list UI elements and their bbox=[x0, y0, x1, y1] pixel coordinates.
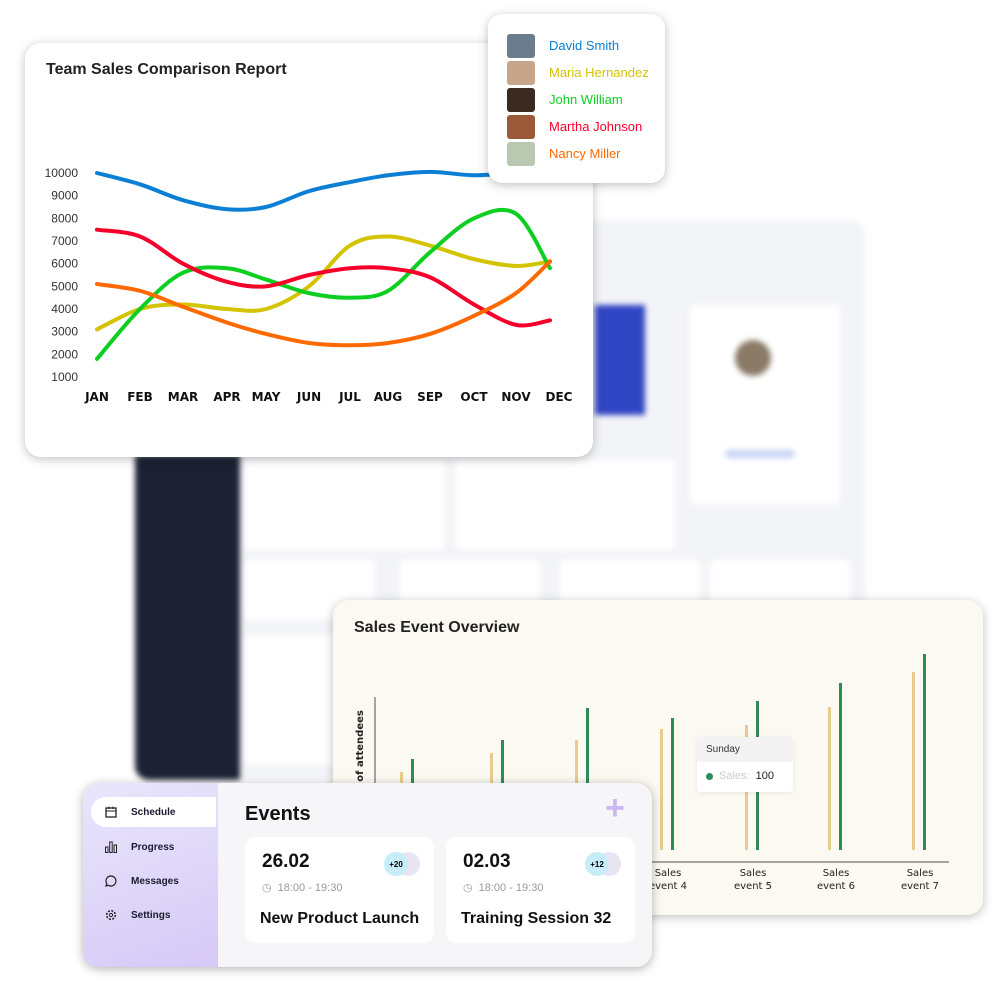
nav-messages[interactable]: Messages bbox=[91, 866, 216, 896]
x-tick-label: Sales bbox=[740, 868, 767, 879]
avatar bbox=[507, 114, 535, 139]
nav-label: Settings bbox=[131, 909, 171, 921]
event-time: 18:00 - 19:30 bbox=[277, 881, 343, 894]
x-tick-label: JUN bbox=[296, 390, 321, 404]
x-tick-label: Sales bbox=[823, 868, 850, 879]
legend-label: Maria Hernandez bbox=[549, 65, 649, 80]
x-tick-label: JUL bbox=[338, 390, 361, 404]
x-tick-label: event 4 bbox=[649, 881, 687, 892]
x-tick-label: MAR bbox=[168, 390, 198, 404]
bar bbox=[660, 729, 663, 850]
x-tick-label: event 7 bbox=[901, 881, 939, 892]
legend-label: Martha Johnson bbox=[549, 119, 643, 134]
legend-label: David Smith bbox=[549, 38, 620, 53]
x-tick-label: AUG bbox=[374, 390, 403, 404]
event-name: Training Session 32 bbox=[461, 910, 612, 927]
series-line bbox=[95, 169, 552, 212]
x-tick-label: event 6 bbox=[817, 881, 855, 892]
dashboard-blue-panel bbox=[595, 305, 645, 415]
x-tick-label: event 5 bbox=[734, 881, 772, 892]
legend-item[interactable]: Nancy Miller bbox=[507, 140, 665, 167]
dashboard-card bbox=[245, 460, 445, 550]
x-tick-label: Sales bbox=[655, 868, 682, 879]
avatar bbox=[507, 33, 535, 58]
chart-legend: David Smith Maria Hernandez John William Ma… bbox=[488, 14, 665, 183]
x-tick-label: DEC bbox=[546, 390, 573, 404]
gear-icon bbox=[105, 909, 117, 921]
nav-label: Schedule bbox=[131, 806, 176, 818]
x-tick-label: FEB bbox=[127, 390, 153, 404]
y-tick-label: 3000 bbox=[51, 325, 78, 339]
x-tick-label: SEP bbox=[417, 390, 443, 404]
x-tick-label: Sales bbox=[907, 868, 934, 879]
event-time: 18:00 - 19:30 bbox=[478, 881, 544, 894]
x-tick-label: JAN bbox=[84, 390, 109, 404]
chat-icon bbox=[105, 875, 117, 887]
y-tick-label: 9000 bbox=[51, 189, 78, 203]
legend-item[interactable]: Martha Johnson bbox=[507, 113, 665, 140]
y-tick-label: 1000 bbox=[51, 370, 78, 384]
legend-label: Nancy Miller bbox=[549, 146, 621, 161]
clock-icon: ◷ bbox=[262, 882, 272, 894]
nav-label: Progress bbox=[131, 841, 175, 853]
y-tick-label: 8000 bbox=[51, 211, 78, 225]
bar-chart-icon bbox=[105, 841, 117, 853]
series-dot-icon bbox=[706, 772, 713, 780]
clock-icon: ◷ bbox=[463, 882, 473, 894]
events-sidebar: Schedule Progress Messages Settings bbox=[83, 783, 218, 967]
tooltip-value: 100 bbox=[755, 770, 774, 782]
event-name: New Product Launch bbox=[260, 910, 420, 927]
avatar bbox=[507, 141, 535, 166]
dashboard-sidebar bbox=[135, 455, 240, 780]
attendee-count-badge: +20 bbox=[384, 852, 408, 876]
y-tick-label: 2000 bbox=[51, 347, 78, 361]
events-title: Events bbox=[245, 803, 311, 825]
dashboard-card bbox=[455, 460, 675, 550]
y-tick-label: 4000 bbox=[51, 302, 78, 316]
add-event-button[interactable]: + bbox=[605, 789, 625, 828]
avatar bbox=[507, 87, 535, 112]
chart-tooltip: Sunday Sales: 100 bbox=[697, 737, 793, 792]
profile-button bbox=[725, 450, 795, 458]
dashboard-profile-card bbox=[690, 305, 840, 505]
y-tick-label: 5000 bbox=[51, 279, 78, 293]
event-card[interactable]: 02.03 +12 ◷ 18:00 - 19:30 Training Sessio… bbox=[446, 837, 635, 943]
bar bbox=[671, 718, 674, 850]
bar bbox=[839, 683, 842, 850]
calendar-icon bbox=[105, 806, 117, 818]
y-tick-label: 6000 bbox=[51, 257, 78, 271]
nav-label: Messages bbox=[131, 875, 179, 887]
y-tick-label: 7000 bbox=[51, 234, 78, 248]
legend-item[interactable]: David Smith bbox=[507, 32, 665, 59]
attendee-count-badge: +12 bbox=[585, 852, 609, 876]
events-panel: Schedule Progress Messages Settings Even… bbox=[83, 783, 652, 967]
series-line bbox=[95, 207, 552, 361]
nav-progress[interactable]: Progress bbox=[91, 832, 216, 862]
legend-label: John William bbox=[549, 92, 623, 107]
tooltip-label: Sales: bbox=[719, 770, 750, 782]
event-card[interactable]: 26.02 +20 ◷ 18:00 - 19:30 New Product Lau… bbox=[245, 837, 434, 943]
legend-item[interactable]: Maria Hernandez bbox=[507, 59, 665, 86]
nav-schedule[interactable]: Schedule bbox=[91, 797, 216, 827]
bar bbox=[828, 707, 831, 850]
tooltip-title: Sunday bbox=[697, 737, 793, 762]
profile-avatar bbox=[735, 340, 771, 376]
bar bbox=[923, 654, 926, 850]
event-date: 26.02 bbox=[262, 851, 310, 872]
x-tick-label: NOV bbox=[501, 390, 531, 404]
x-tick-label: OCT bbox=[460, 390, 488, 404]
nav-settings[interactable]: Settings bbox=[91, 900, 216, 930]
bar bbox=[912, 672, 915, 850]
event-date: 02.03 bbox=[463, 851, 511, 872]
x-tick-label: APR bbox=[213, 390, 240, 404]
legend-item[interactable]: John William bbox=[507, 86, 665, 113]
x-tick-label: MAY bbox=[252, 390, 281, 404]
y-tick-label: 10000 bbox=[45, 166, 79, 180]
avatar bbox=[507, 60, 535, 85]
